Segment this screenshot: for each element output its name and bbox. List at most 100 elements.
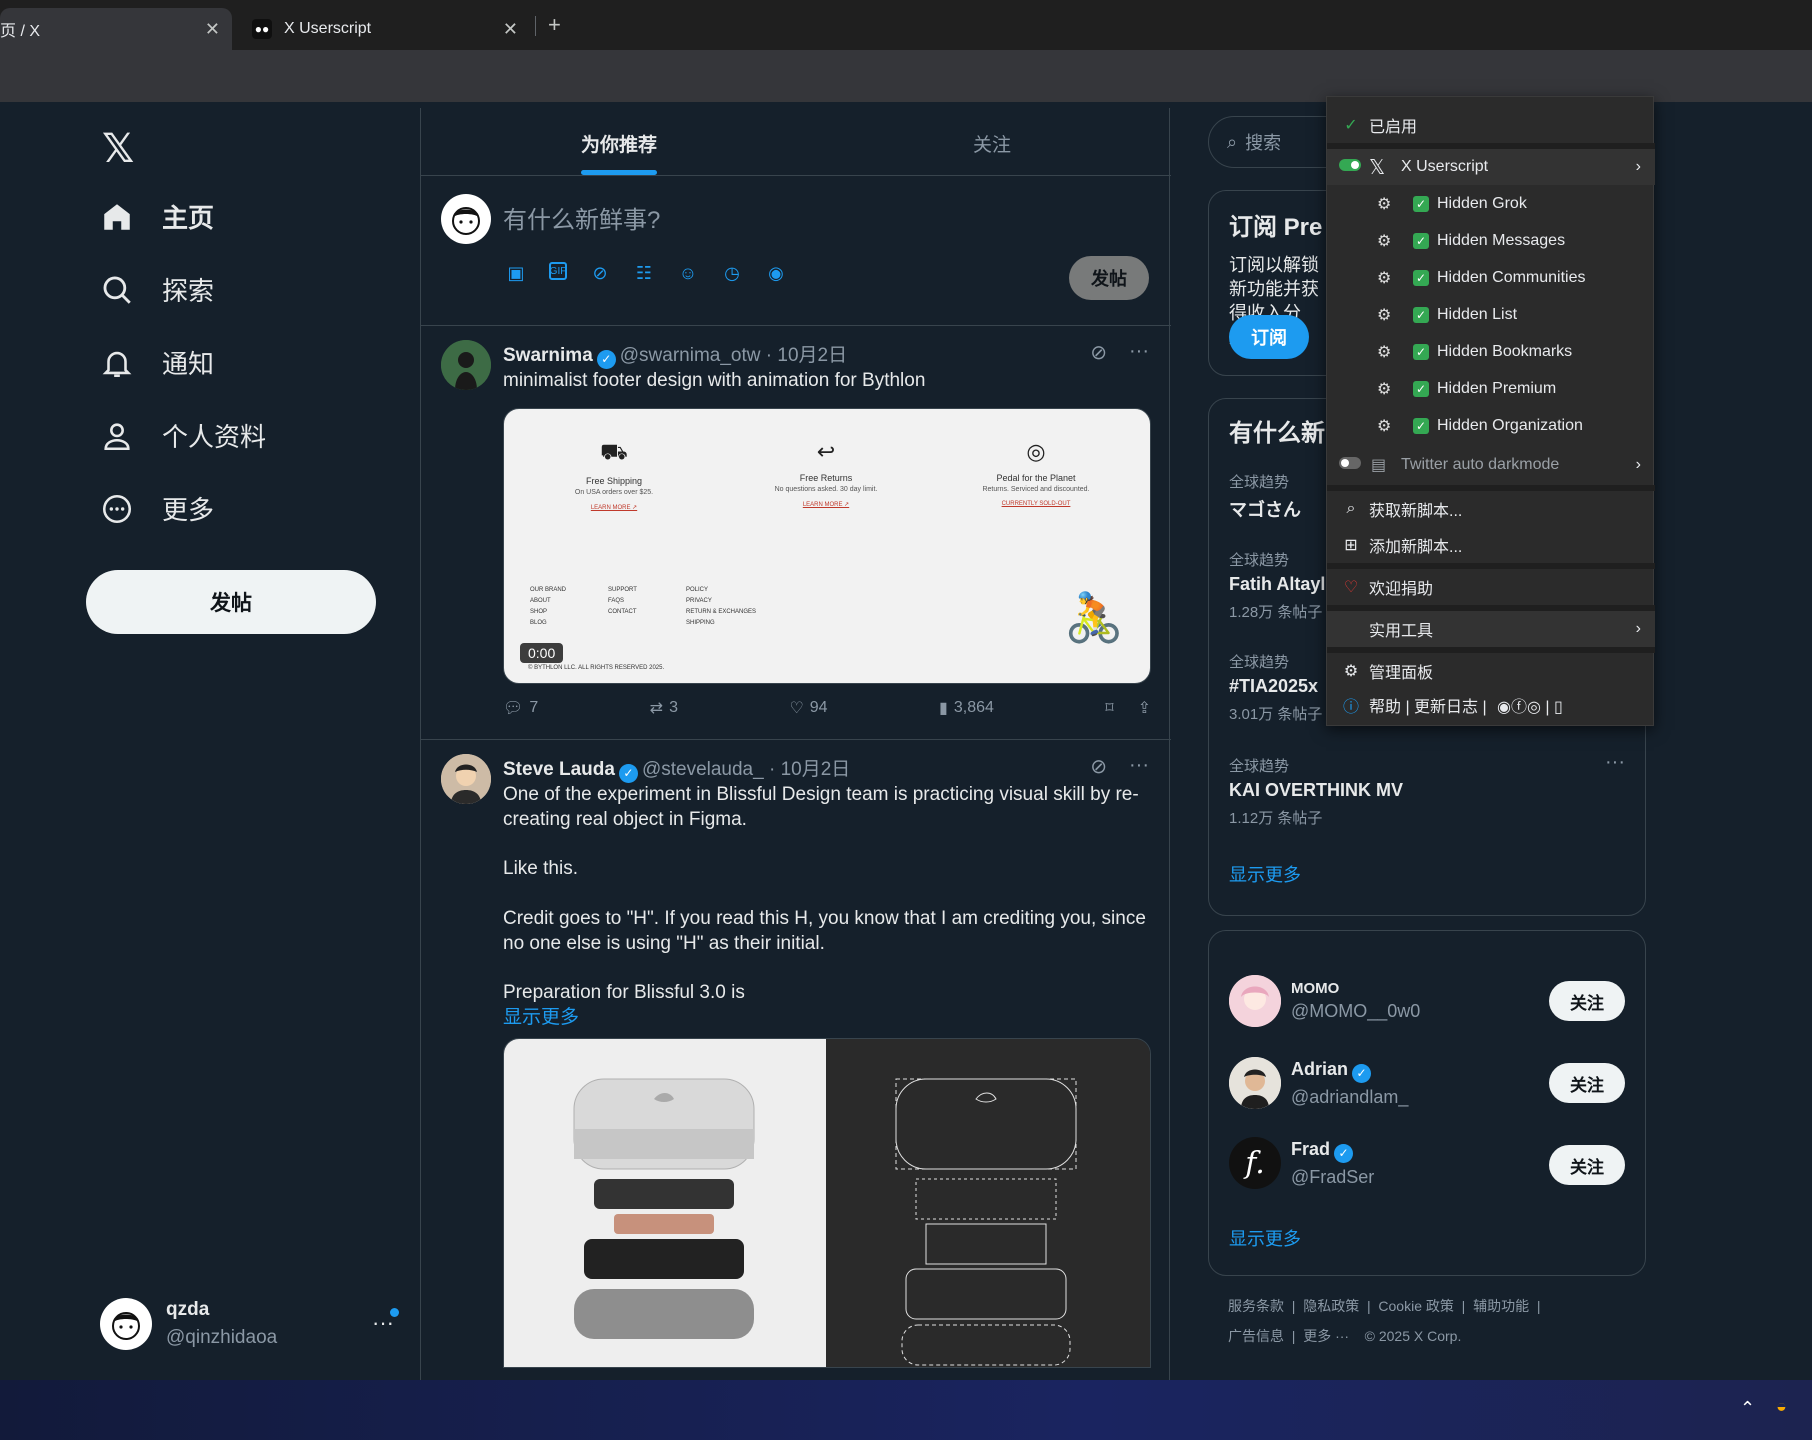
tweet-date[interactable]: · 10月2日 — [769, 759, 850, 780]
checkbox-checked-icon[interactable]: ✓ — [1413, 307, 1429, 323]
checkbox-checked-icon[interactable]: ✓ — [1413, 418, 1429, 434]
follow-suggestion[interactable]: f. Frad ✓ @FradSer — [1229, 1137, 1374, 1189]
compose-post-button[interactable]: 发帖 — [1069, 256, 1149, 300]
checkbox-checked-icon[interactable]: ✓ — [1413, 344, 1429, 360]
bookmark-action[interactable]: ⌑ ⇪ — [1105, 698, 1151, 718]
sidebar-item-notifications[interactable]: 通知 — [100, 344, 214, 381]
tweet-more-icon[interactable]: ··· — [1129, 340, 1149, 365]
footer-link[interactable]: Cookie 政策 — [1378, 1298, 1453, 1314]
tab-for-you[interactable]: 为你推荐 — [581, 130, 657, 157]
reply-button[interactable]: 💬︎ 7 — [503, 698, 538, 718]
follow-suggestion[interactable]: Adrian ✓ @adriandlam_ — [1229, 1057, 1408, 1109]
mac-mini-render-image[interactable] — [504, 1039, 826, 1367]
avatar — [1229, 975, 1281, 1027]
checkbox-checked-icon[interactable]: ✓ — [1413, 270, 1429, 286]
x-logo-icon[interactable]: 𝕏 — [102, 126, 134, 172]
menu-donate[interactable]: ♡ 欢迎捐助 — [1327, 569, 1655, 605]
menu-option[interactable]: ⚙ ✓ Hidden Communities — [1327, 260, 1655, 296]
tweet-date[interactable]: · 10月2日 — [766, 345, 847, 366]
trend-item[interactable]: 全球趋势 KAI OVERTHINK MV 1.12万 条帖子 — [1229, 755, 1403, 828]
sidebar-item-more[interactable]: 更多 — [100, 490, 214, 527]
author-name[interactable]: Swarnima — [503, 345, 593, 366]
poll-icon[interactable]: ☷ — [633, 262, 655, 284]
follow-suggestion[interactable]: MOMO @MOMO__0w0 — [1229, 975, 1420, 1027]
trend-more-icon[interactable]: ··· — [1605, 751, 1625, 774]
share-icon[interactable]: ⇪ — [1138, 698, 1151, 718]
menu-option[interactable]: ⚙ ✓ Hidden Grok — [1327, 186, 1655, 222]
trend-item[interactable]: 全球趋势 Fatih Altayl 1.28万 条帖子 — [1229, 549, 1325, 622]
userscript-favicon-icon: ●● — [252, 19, 272, 39]
post-button[interactable]: 发帖 — [86, 570, 376, 634]
tray-app-icon[interactable]: ◒ — [1776, 1396, 1787, 1417]
checkbox-checked-icon[interactable]: ✓ — [1413, 196, 1429, 212]
bell-icon — [102, 351, 132, 377]
subscribe-button[interactable]: 订阅 — [1229, 315, 1309, 359]
menu-option[interactable]: ⚙ ✓ Hidden Bookmarks — [1327, 334, 1655, 370]
trends-show-more[interactable]: 显示更多 — [1229, 861, 1301, 887]
tweet-video[interactable]: ⛟ Free Shipping On USA orders over $25. … — [503, 408, 1151, 684]
menu-option[interactable]: ⚙ ✓ Hidden Organization — [1327, 408, 1655, 444]
footer-link[interactable]: 隐私政策 — [1303, 1298, 1359, 1314]
tweet[interactable]: Steve Lauda ✓ @stevelauda_ · 10月2日 ⊘ ··· O… — [421, 740, 1171, 1380]
grok-icon[interactable]: ⊘ — [1090, 340, 1107, 365]
sidebar-item-profile[interactable]: 个人资料 — [100, 417, 266, 454]
browser-tab-x-userscript[interactable]: ●● X Userscript ✕ — [240, 8, 530, 50]
social-icons[interactable]: ◉ⓕ◎ | ▯ — [1497, 693, 1563, 717]
schedule-icon[interactable]: ◷ — [721, 262, 743, 284]
account-switcher[interactable]: qzda @qinzhidaoa — [100, 1298, 277, 1350]
tab-following[interactable]: 关注 — [973, 130, 1011, 157]
sidebar-item-explore[interactable]: 探索 — [100, 271, 214, 308]
tweet-image-grid[interactable] — [503, 1038, 1151, 1368]
menu-option[interactable]: ⚙ ✓ Hidden Messages — [1327, 223, 1655, 259]
gif-icon[interactable]: GIF — [549, 262, 567, 280]
author-name[interactable]: Steve Lauda — [503, 759, 615, 780]
follow-show-more[interactable]: 显示更多 — [1229, 1225, 1301, 1251]
repost-button[interactable]: ⇄ 3 — [650, 698, 678, 718]
chevron-up-icon[interactable]: ⌃ — [1740, 1398, 1755, 1419]
views-button[interactable]: ▮ 3,864 — [939, 698, 994, 718]
close-tab-icon[interactable]: ✕ — [503, 19, 518, 40]
menu-get-new-scripts[interactable]: ⌕ 获取新脚本... — [1327, 491, 1655, 527]
follow-button[interactable]: 关注 — [1549, 981, 1625, 1021]
follow-button[interactable]: 关注 — [1549, 1063, 1625, 1103]
main-timeline: 为你推荐 关注 有什么新鲜事? ▣ GIF ⊘ ☷ ☺ ◷ ◉ 发帖 Swarn… — [420, 108, 1171, 1380]
menu-enabled[interactable]: ✓ 已启用 — [1327, 107, 1655, 143]
show-more-link[interactable]: 显示更多 — [503, 1005, 1153, 1030]
browser-tab-x-home[interactable]: 页 / X ✕ — [0, 8, 232, 50]
menu-script-darkmode[interactable]: ▤ Twitter auto darkmode › — [1327, 447, 1655, 483]
grok-icon[interactable]: ⊘ — [1090, 754, 1107, 779]
menu-option[interactable]: ⚙ ✓ Hidden Premium — [1327, 371, 1655, 407]
script-toggle[interactable] — [1339, 456, 1361, 474]
compose-input[interactable]: 有什么新鲜事? — [503, 200, 660, 235]
checkbox-checked-icon[interactable]: ✓ — [1413, 381, 1429, 397]
trend-item[interactable]: 全球趋势 マゴさん — [1229, 471, 1301, 522]
grok-icon[interactable]: ⊘ — [589, 262, 611, 284]
follow-button[interactable]: 关注 — [1549, 1145, 1625, 1185]
menu-utilities[interactable]: 实用工具 › — [1327, 611, 1655, 647]
new-tab-button[interactable]: + — [548, 12, 561, 38]
menu-script-x-userscript[interactable]: 𝕏 X Userscript › — [1327, 149, 1655, 185]
trend-item[interactable]: 全球趋势 #TIA2025x 3.01万 条帖子 — [1229, 651, 1322, 724]
tweet-more-icon[interactable]: ··· — [1129, 754, 1149, 779]
sidebar-item-home[interactable]: 主页 — [100, 198, 214, 235]
footer-link[interactable]: 服务条款 — [1228, 1298, 1284, 1314]
footer-link[interactable]: 更多 ··· — [1303, 1328, 1349, 1344]
close-tab-icon[interactable]: ✕ — [205, 19, 220, 40]
footer-link[interactable]: 辅助功能 — [1473, 1298, 1529, 1314]
tweet[interactable]: Swarnima ✓ @swarnima_otw · 10月2日 ⊘ ··· min… — [421, 326, 1171, 740]
checkbox-checked-icon[interactable]: ✓ — [1413, 233, 1429, 249]
menu-add-new-script[interactable]: ⊞ 添加新脚本... — [1327, 527, 1655, 563]
script-toggle[interactable] — [1339, 158, 1361, 176]
gear-icon: ⚙ — [1377, 344, 1392, 361]
emoji-icon[interactable]: ☺ — [677, 262, 699, 284]
footer-link[interactable]: 广告信息 — [1228, 1328, 1284, 1344]
location-icon[interactable]: ◉ — [765, 262, 787, 284]
image-icon[interactable]: ▣ — [505, 262, 527, 284]
author-handle[interactable]: @swarnima_otw — [620, 345, 761, 366]
menu-help[interactable]: ⓘ 帮助 | 更新日志 | ◉ⓕ◎ | ▯ — [1327, 687, 1655, 723]
mac-mini-wireframe-image[interactable] — [826, 1039, 1150, 1367]
menu-option[interactable]: ⚙ ✓ Hidden List — [1327, 297, 1655, 333]
author-handle[interactable]: @stevelauda_ — [642, 759, 764, 780]
like-button[interactable]: ♡ 94 — [789, 698, 827, 718]
menu-dashboard[interactable]: ⚙ 管理面板 — [1327, 653, 1655, 689]
